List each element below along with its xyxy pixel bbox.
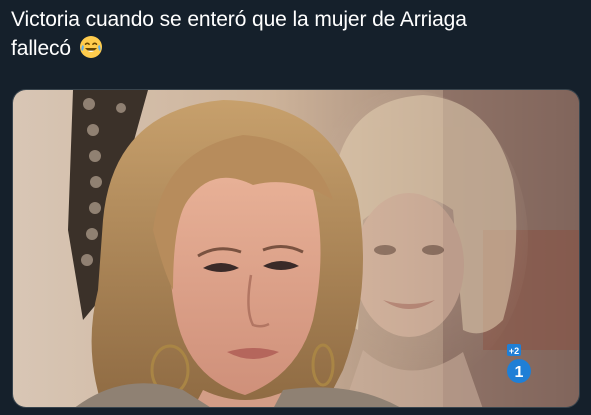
video-still-illustration: +2 1 (13, 90, 579, 407)
tweet-media-image[interactable]: +2 1 (12, 89, 580, 408)
face-with-tears-of-joy-icon (79, 35, 103, 59)
tweet-card: Victoria cuando se enteró que la mujer d… (0, 0, 591, 415)
channel-badge-top: +2 (509, 346, 519, 356)
tweet-text-line-1: Victoria cuando se enteró que la mujer d… (11, 8, 467, 31)
tweet-text-line-2: fallecó (11, 37, 72, 60)
channel-badge-number: 1 (515, 364, 524, 381)
tweet-text: Victoria cuando se enteró que la mujer d… (11, 5, 571, 63)
